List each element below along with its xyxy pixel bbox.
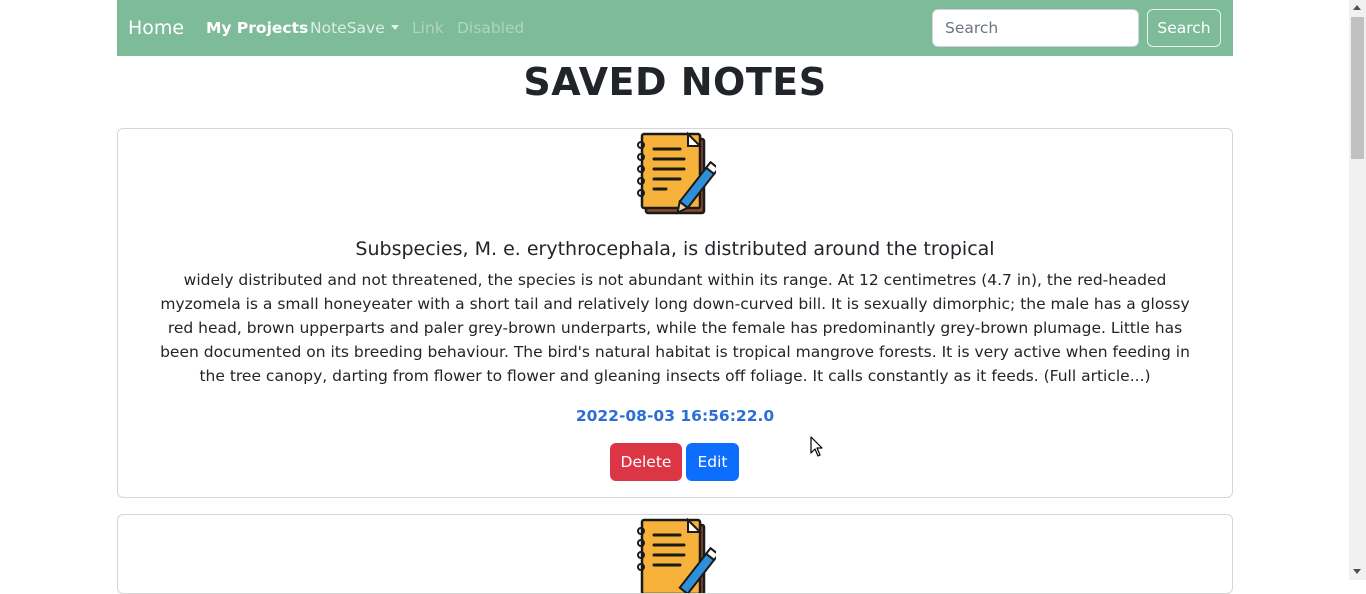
scroll-up-arrow-icon[interactable] [1353,5,1361,10]
nav-brand-home[interactable]: Home [128,15,184,41]
delete-button[interactable]: Delete [610,443,682,481]
note-card: Subspecies, M. e. erythrocephala, is dis… [117,128,1233,498]
page: Home My Projects NoteSave Link Disabled … [0,0,1349,594]
nav-dropdown-label: NoteSave [310,19,385,37]
note-body: widely distributed and not threatened, t… [160,271,1190,385]
page-title: SAVED NOTES [523,60,827,104]
note-card [117,514,1233,594]
edit-button[interactable]: Edit [686,443,739,481]
scrollbar-thumb[interactable] [1351,17,1364,159]
note-timestamp: 2022-08-03 16:56:22.0 [575,407,775,425]
scroll-down-arrow-icon[interactable] [1353,569,1361,574]
nav-dropdown-notesave[interactable]: NoteSave [310,18,399,38]
notebook-pencil-icon [637,131,716,215]
nav-link-disabled: Disabled [457,19,525,37]
caret-down-icon [390,25,399,30]
mouse-cursor-icon [810,436,823,457]
notebook-pencil-icon [637,517,716,593]
search-input[interactable] [932,9,1139,47]
vertical-scrollbar[interactable] [1349,0,1366,580]
note-title: Subspecies, M. e. erythrocephala, is dis… [355,238,995,260]
nav-link-my-projects[interactable]: My Projects [206,18,308,38]
search-button[interactable]: Search [1147,9,1221,47]
top-navbar: Home My Projects NoteSave Link Disabled … [117,0,1233,56]
nav-link-link: Link [412,19,444,37]
